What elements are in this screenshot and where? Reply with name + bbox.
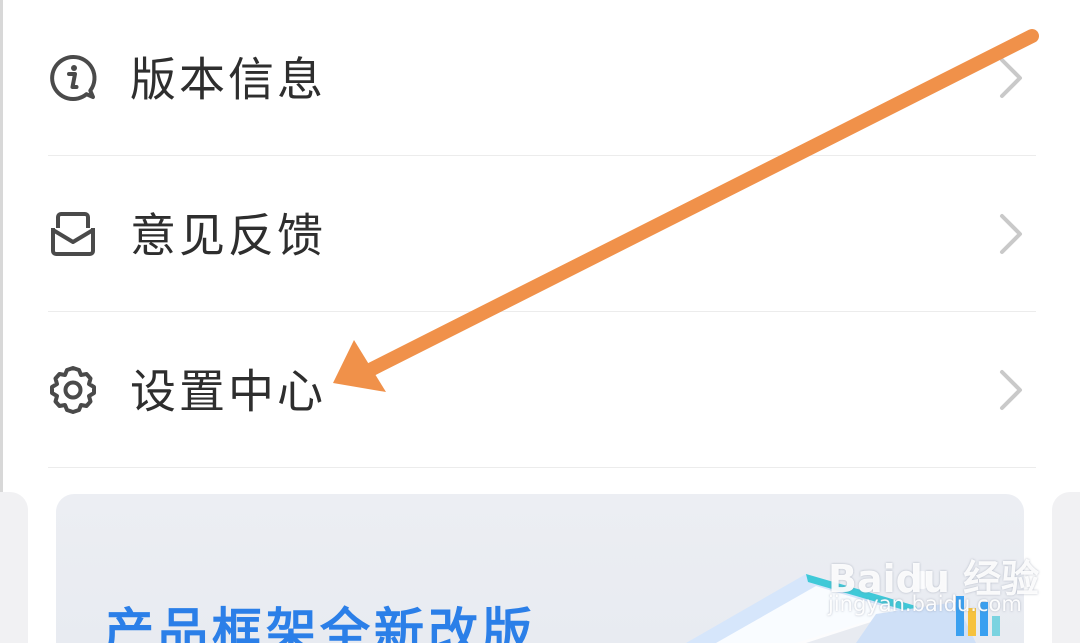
carousel-next-card[interactable]	[1052, 492, 1080, 643]
gear-icon	[48, 365, 98, 415]
menu-item-label: 设置中心	[130, 364, 326, 419]
info-bubble-icon	[48, 53, 98, 103]
menu-item-label: 意见反馈	[130, 208, 326, 263]
carousel-prev-card[interactable]	[0, 492, 28, 643]
watermark-url: jingyan.baidu.com	[828, 592, 1022, 616]
menu-item-settings-center[interactable]: 设置中心	[48, 312, 1036, 468]
chevron-right-icon	[996, 210, 1026, 258]
menu-item-feedback[interactable]: 意见反馈	[48, 156, 1036, 312]
menu-item-label: 版本信息	[130, 52, 326, 107]
banner-title: 产品框架全新改版	[104, 603, 536, 643]
feedback-envelope-icon	[48, 209, 98, 259]
chevron-right-icon	[996, 366, 1026, 414]
baidu-jingyan-watermark: Baidu 经验 jingyan.baidu.com	[828, 528, 1039, 620]
menu-item-version-info[interactable]: 版本信息	[48, 0, 1036, 156]
chevron-right-icon	[996, 54, 1026, 102]
